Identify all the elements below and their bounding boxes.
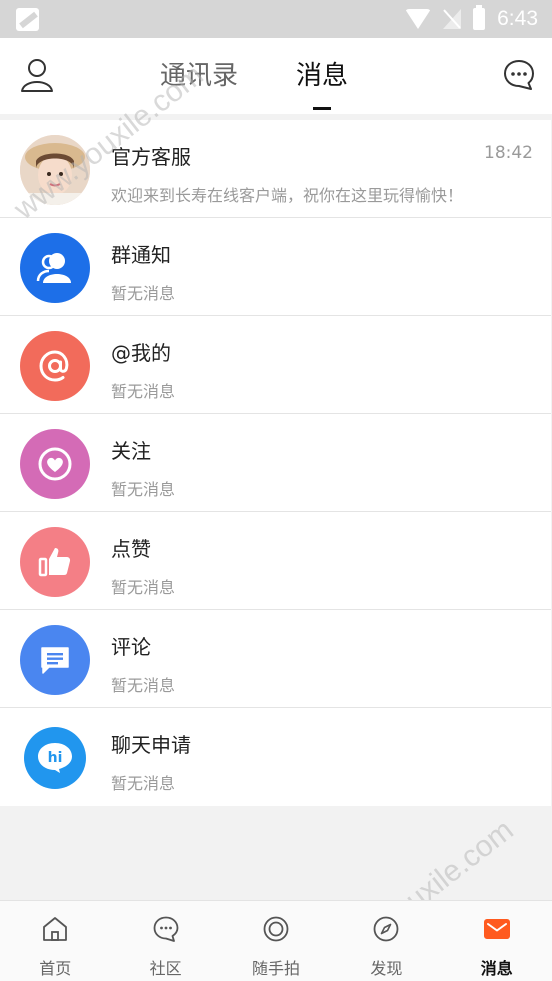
no-signal-icon [443, 9, 462, 29]
nav-label: 社区 [149, 959, 182, 978]
message-title: 点赞 [111, 537, 151, 561]
status-time: 6:43 [497, 7, 538, 30]
chat-bubble-icon[interactable] [502, 58, 536, 92]
message-row-comments[interactable]: 评论 暂无消息 [0, 610, 551, 708]
nav-discover[interactable]: 发现 [331, 901, 441, 981]
message-preview: 暂无消息 [111, 676, 176, 695]
message-title: 关注 [111, 439, 151, 463]
nav-label: 随手拍 [251, 959, 300, 978]
message-row-official-service[interactable]: 官方客服 18:42 欢迎来到长寿在线客户端，祝你在这里玩得愉快！ [0, 120, 551, 218]
group-icon [20, 233, 90, 303]
thumbs-up-icon [20, 527, 90, 597]
top-header: 通讯录 消息 [0, 38, 552, 114]
app-notification-icon [16, 8, 39, 31]
message-preview: 暂无消息 [111, 284, 176, 303]
message-row-group-notice[interactable]: 群通知 暂无消息 [0, 218, 551, 316]
message-row-chat-requests[interactable]: hi 聊天申请 暂无消息 [0, 708, 551, 806]
heart-icon [20, 429, 90, 499]
message-title: 群通知 [111, 243, 171, 267]
message-preview: 暂无消息 [111, 774, 176, 793]
at-icon [20, 331, 90, 401]
nav-label: 首页 [39, 959, 72, 978]
bottom-navigation: 首页 社区 随手拍 发现 消息 [0, 900, 552, 981]
status-icons: 6:43 [405, 5, 538, 31]
user-profile-icon[interactable] [20, 57, 54, 93]
compass-icon [373, 916, 399, 942]
home-icon [43, 917, 68, 941]
nav-home[interactable]: 首页 [0, 901, 110, 981]
message-title: 评论 [111, 635, 151, 659]
customer-service-avatar [20, 135, 90, 205]
message-preview: 暂无消息 [111, 578, 176, 597]
message-title: 官方客服 [111, 145, 191, 169]
nav-snapshot[interactable]: 随手拍 [221, 901, 331, 981]
wifi-icon [405, 9, 432, 29]
message-preview: 暂无消息 [111, 382, 176, 401]
tab-contacts[interactable]: 通讯录 [160, 56, 238, 96]
mail-icon [483, 919, 510, 939]
app-screen: 6:43 通讯录 消息 官方客服 18:42 欢迎来到长寿在线客户端，祝你在这里… [0, 0, 552, 981]
tab-messages[interactable]: 消息 [296, 56, 348, 110]
message-row-follows[interactable]: 关注 暂无消息 [0, 414, 551, 512]
nav-community[interactable]: 社区 [110, 901, 220, 981]
nav-label: 消息 [480, 959, 513, 978]
battery-charging-icon [473, 5, 486, 30]
hi-chat-icon: hi [24, 727, 86, 789]
community-icon [153, 916, 178, 942]
message-list: 官方客服 18:42 欢迎来到长寿在线客户端，祝你在这里玩得愉快！ 群通知 暂无… [0, 120, 551, 806]
message-time: 18:42 [484, 143, 533, 163]
message-title: 聊天申请 [111, 733, 191, 757]
camera-shutter-icon [263, 916, 289, 942]
header-tabs: 通讯录 消息 [160, 56, 348, 110]
message-row-mentions[interactable]: @我的 暂无消息 [0, 316, 551, 414]
svg-text:hi: hi [48, 750, 63, 766]
status-bar: 6:43 [0, 0, 552, 38]
message-preview: 欢迎来到长寿在线客户端，祝你在这里玩得愉快！ [111, 186, 464, 205]
nav-label: 发现 [370, 959, 403, 978]
comment-icon [20, 625, 90, 695]
message-row-likes[interactable]: 点赞 暂无消息 [0, 512, 551, 610]
nav-messages[interactable]: 消息 [442, 901, 552, 981]
message-title: @我的 [111, 341, 171, 365]
message-preview: 暂无消息 [111, 480, 176, 499]
